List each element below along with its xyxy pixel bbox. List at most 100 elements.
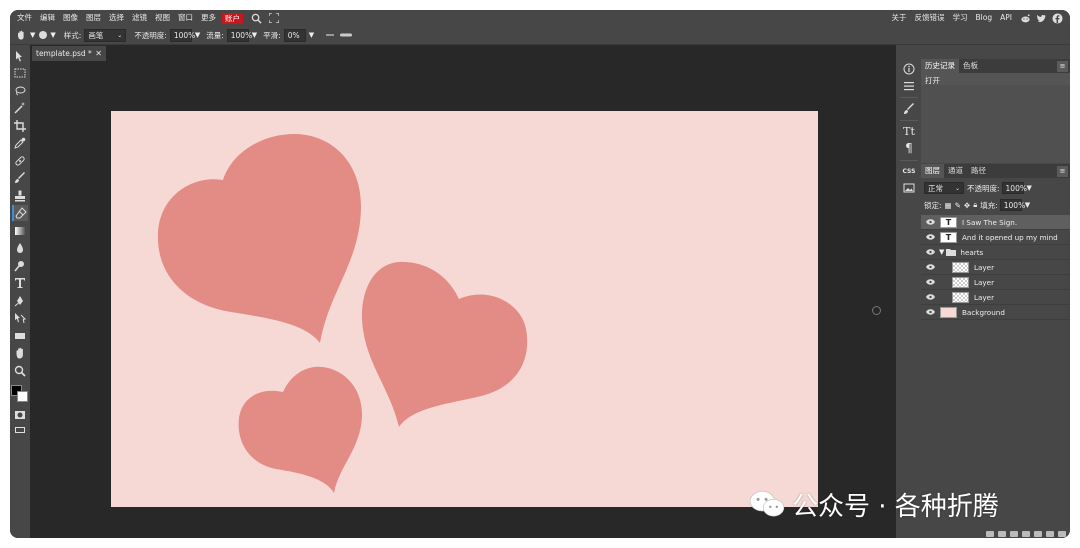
paragraph-icon[interactable]: ¶ (901, 140, 917, 156)
panel-menu-icon[interactable]: ≡ (1057, 165, 1068, 177)
eye-icon[interactable] (924, 279, 936, 285)
menu-select[interactable]: 选择 (105, 10, 128, 26)
brush-panel-icon[interactable] (901, 101, 917, 117)
hand-tool-icon[interactable] (12, 345, 28, 361)
facebook-icon[interactable] (1050, 11, 1064, 25)
menu-window[interactable]: 窗口 (174, 10, 197, 26)
eye-icon[interactable] (924, 234, 936, 240)
tab-layers[interactable]: 图层 (921, 164, 944, 178)
layer-opacity-toggle[interactable]: ▼ (1027, 184, 1032, 192)
quick-mask-icon[interactable] (12, 407, 28, 423)
style-select[interactable]: 画笔 ⌄ (84, 28, 127, 42)
expand-arrow-icon[interactable]: ▼ (939, 248, 944, 256)
menu-more[interactable]: 更多 (197, 10, 220, 26)
clone-stamp-tool-icon[interactable] (12, 188, 28, 204)
opacity-input[interactable]: 100% (169, 28, 195, 42)
menu-edit[interactable]: 编辑 (36, 10, 59, 26)
lock-all-icon[interactable]: 🔒︎ (973, 200, 977, 210)
menu-about[interactable]: 关于 (888, 10, 911, 26)
flow-slider-toggle[interactable]: ▼ (252, 31, 257, 39)
eye-icon[interactable] (924, 294, 936, 300)
layer-row[interactable]: Background (921, 305, 1070, 320)
dodge-tool-icon[interactable] (12, 258, 28, 274)
eye-icon[interactable] (924, 249, 936, 255)
eye-icon[interactable] (924, 264, 936, 270)
hand-icon[interactable] (16, 30, 30, 40)
lasso-tool-icon[interactable] (12, 83, 28, 99)
smoothing-input[interactable]: 0% (283, 28, 306, 42)
layer-effects-icon[interactable] (998, 531, 1006, 537)
new-group-icon[interactable] (1034, 531, 1042, 537)
menu-layer[interactable]: 图层 (82, 10, 105, 26)
lock-position-icon[interactable]: ✥ (964, 201, 970, 210)
menu-filter[interactable]: 滤镜 (128, 10, 151, 26)
menu-account[interactable]: 账户 (222, 12, 243, 24)
layer-row[interactable]: Layer (921, 260, 1070, 275)
panel-menu-icon[interactable]: ≡ (1057, 60, 1068, 72)
tab-channels[interactable]: 通道 (944, 164, 967, 178)
menu-report-bug[interactable]: 反馈错误 (911, 10, 949, 26)
screen-mode-icon[interactable] (12, 422, 28, 438)
fullscreen-icon[interactable] (267, 11, 281, 25)
menu-api[interactable]: API (996, 10, 1016, 26)
blend-mode-select[interactable]: 正常 ⌄ (924, 182, 964, 194)
document-tab[interactable]: template.psd * ✕ (32, 46, 106, 61)
tab-paths[interactable]: 路径 (967, 164, 990, 178)
image-icon[interactable] (901, 180, 917, 196)
document-canvas[interactable] (111, 111, 818, 507)
layer-row[interactable]: Layer (921, 290, 1070, 305)
eye-icon[interactable] (924, 219, 936, 225)
reddit-icon[interactable] (1018, 11, 1032, 25)
smoothing-slider-toggle[interactable]: ▼ (309, 31, 314, 39)
properties-icon[interactable] (901, 78, 917, 94)
layer-row[interactable]: Layer (921, 275, 1070, 290)
gradient-tool-icon[interactable] (12, 223, 28, 239)
path-select-tool-icon[interactable] (12, 310, 28, 326)
opacity-slider-toggle[interactable]: ▼ (195, 31, 200, 39)
character-icon[interactable]: Tt (901, 123, 917, 139)
menu-blog[interactable]: Blog (972, 10, 997, 26)
info-icon[interactable] (901, 61, 917, 77)
menu-view[interactable]: 视图 (151, 10, 174, 26)
pen-tool-icon[interactable] (12, 293, 28, 309)
background-color-swatch[interactable] (17, 391, 28, 402)
crop-tool-icon[interactable] (12, 118, 28, 134)
menu-image[interactable]: 图像 (59, 10, 82, 26)
new-layer-icon[interactable] (1046, 531, 1054, 537)
healing-brush-tool-icon[interactable] (12, 153, 28, 169)
layer-row[interactable]: T And it opened up my mind (921, 230, 1070, 245)
eye-icon[interactable] (924, 309, 936, 315)
brush-tool-icon[interactable] (12, 170, 28, 186)
rectangle-tool-icon[interactable] (12, 328, 28, 344)
history-item[interactable]: 打开 (925, 75, 940, 86)
twitter-icon[interactable] (1034, 11, 1048, 25)
menu-learn[interactable]: 学习 (949, 10, 972, 26)
fill-input[interactable]: 100% (999, 199, 1025, 211)
css-icon[interactable]: CSS (901, 163, 917, 179)
history-selected-row[interactable] (921, 73, 1070, 85)
tab-history[interactable]: 历史记录 (921, 59, 959, 73)
zoom-tool-icon[interactable] (12, 363, 28, 379)
flow-input[interactable]: 100% (226, 28, 252, 42)
brush-settings-icon[interactable] (326, 32, 353, 38)
move-tool-icon[interactable] (12, 48, 28, 64)
magic-wand-tool-icon[interactable] (12, 100, 28, 116)
adjustment-layer-icon[interactable] (1022, 531, 1030, 537)
type-tool-icon[interactable] (12, 275, 28, 291)
layer-row[interactable]: ▼ hearts (921, 245, 1070, 260)
fill-toggle[interactable]: ▼ (1025, 201, 1030, 209)
marquee-tool-icon[interactable] (12, 65, 28, 81)
chevron-down-icon[interactable]: ▼ (50, 31, 55, 39)
chevron-down-icon[interactable]: ▼ (30, 31, 35, 39)
menu-file[interactable]: 文件 (13, 10, 36, 26)
eyedropper-tool-icon[interactable] (12, 135, 28, 151)
eraser-tool-icon[interactable] (12, 205, 28, 221)
layer-row[interactable]: T I Saw The Sign. (921, 215, 1070, 230)
tab-swatches[interactable]: 色板 (959, 59, 982, 73)
lock-transparency-icon[interactable]: ▦ (945, 201, 952, 210)
blur-tool-icon[interactable] (12, 240, 28, 256)
search-icon[interactable] (249, 11, 263, 25)
layer-mask-icon[interactable] (1010, 531, 1018, 537)
link-layers-icon[interactable] (986, 531, 994, 537)
layer-opacity-input[interactable]: 100% (1001, 182, 1027, 194)
